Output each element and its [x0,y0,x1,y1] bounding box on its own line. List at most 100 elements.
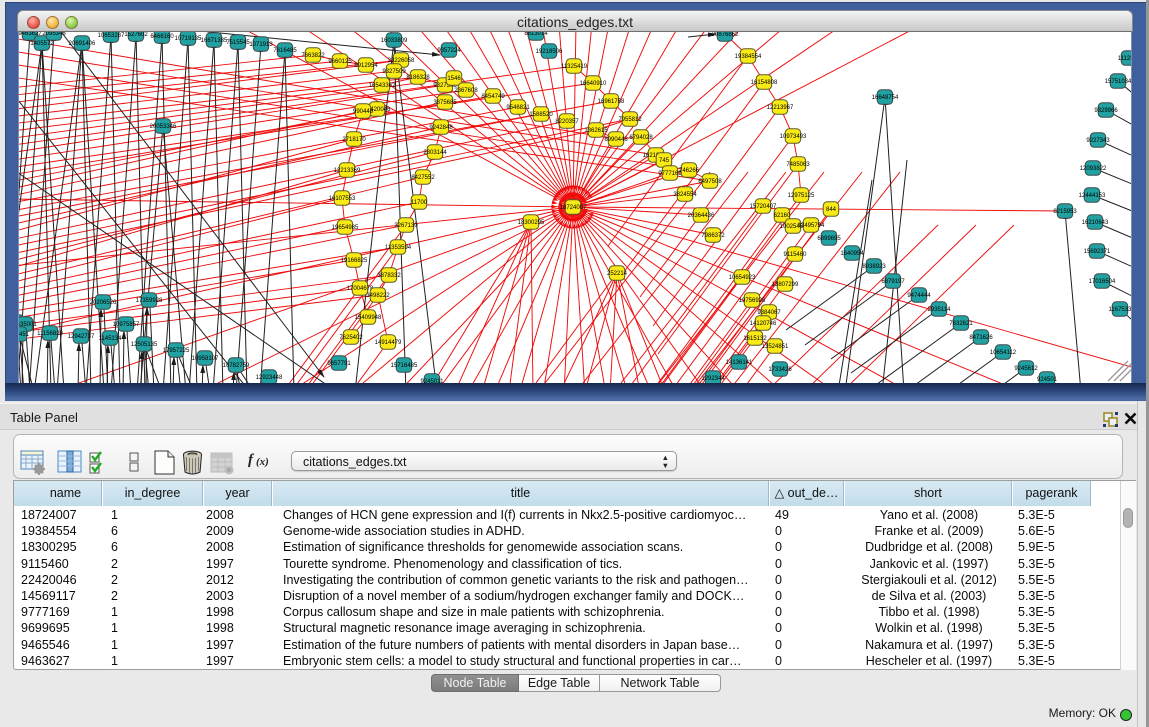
svg-text:20053346: 20053346 [150,124,177,130]
svg-text:1546: 1546 [447,76,461,82]
svg-text:7515545: 7515545 [226,40,250,46]
svg-text:8471626: 8471626 [969,335,993,341]
svg-text:990448: 990448 [353,109,374,115]
svg-text:15720407: 15720407 [750,204,777,210]
svg-text:14120746: 14120746 [750,321,777,327]
svg-text:1527602: 1527602 [124,32,148,38]
svg-text:6466160: 6466160 [150,34,174,40]
svg-text:10653287: 10653287 [98,33,125,39]
svg-text:12923448: 12923448 [256,375,283,381]
svg-text:12213369: 12213369 [334,168,361,174]
svg-text:16033809: 16033809 [381,38,408,44]
svg-text:9384067: 9384067 [757,310,781,316]
svg-text:6879197: 6879197 [881,279,905,285]
svg-text:14914479: 14914479 [375,340,402,346]
svg-text:8990448: 8990448 [604,137,628,143]
svg-text:8186328: 8186328 [406,75,430,81]
svg-text:18300295: 18300295 [518,220,545,226]
svg-text:12093822: 12093822 [1080,166,1107,172]
svg-text:2935114: 2935114 [928,307,952,313]
svg-text:16210643: 16210643 [1082,220,1109,226]
svg-text:745: 745 [659,158,670,164]
svg-text:8813014: 8813014 [524,32,548,37]
svg-text:20691406: 20691406 [69,41,96,47]
svg-text:16648754: 16648754 [872,95,899,101]
svg-text:10719135: 10719135 [175,36,202,42]
svg-text:6899695: 6899695 [817,236,841,242]
svg-text:8220357: 8220357 [555,119,579,125]
svg-text:8938923: 8938923 [862,264,886,270]
svg-text:11700: 11700 [411,200,428,206]
svg-text:19218506: 19218506 [536,49,563,55]
svg-text:17957225: 17957225 [163,348,190,354]
svg-text:1405572: 1405572 [30,41,54,47]
svg-text:10654923: 10654923 [729,275,756,281]
svg-text:252214: 252214 [607,271,628,277]
svg-text:7632621: 7632621 [949,321,973,327]
svg-text:3824554: 3824554 [673,192,697,198]
svg-text:10654112: 10654112 [990,350,1017,356]
svg-text:17016504: 17016504 [1089,279,1116,285]
svg-text:2718170: 2718170 [342,137,366,143]
svg-text:13524851: 13524851 [762,344,789,350]
svg-text:11353594: 11353594 [385,245,412,251]
svg-text:844: 844 [826,207,837,213]
svg-text:1145134: 1145134 [99,336,123,342]
svg-text:3875685: 3875685 [433,100,457,106]
svg-text:9357224: 9357224 [437,48,461,54]
svg-text:9657791: 9657791 [327,361,351,367]
svg-text:10973493: 10973493 [780,134,807,140]
svg-text:12213967: 12213967 [767,105,794,111]
svg-text:9546821: 9546821 [506,105,530,111]
svg-text:1733426: 1733426 [768,367,792,373]
svg-text:19756928: 19756928 [739,298,766,304]
svg-text:1362615: 1362615 [584,128,608,134]
svg-text:2803144: 2803144 [423,150,447,156]
svg-text:1167533: 1167533 [1109,307,1132,313]
svg-text:3267130: 3267130 [394,223,418,229]
svg-text:9660125: 9660125 [328,59,352,65]
svg-text:1615132: 1615132 [743,336,767,342]
svg-text:14136141: 14136141 [726,360,753,366]
svg-text:18724007: 18724007 [560,205,587,211]
svg-text:16154808: 16154808 [751,80,778,86]
svg-text:8912954: 8912954 [354,63,378,69]
svg-text:15716485: 15716485 [391,363,418,369]
svg-text:2367608: 2367608 [454,88,478,94]
svg-text:20206526: 20206526 [90,300,117,306]
svg-text:8427552: 8427552 [411,175,435,181]
svg-text:1588520: 1588520 [529,112,553,118]
svg-text:12505135: 12505135 [131,342,158,348]
svg-text:7485063: 7485063 [786,162,810,168]
svg-text:16107553: 16107553 [329,196,356,202]
svg-text:1640954: 1640954 [840,251,864,257]
svg-text:20364436: 20364436 [688,213,715,219]
svg-text:12975125: 12975125 [788,193,815,199]
svg-text:1292344: 1292344 [701,376,725,382]
svg-text:9242848: 9242848 [429,125,453,131]
svg-text:3878332: 3878332 [377,273,401,279]
svg-text:9245011: 9245011 [421,379,445,383]
svg-text:16671385: 16671385 [201,38,228,44]
svg-text:9227343: 9227343 [1086,138,1110,144]
svg-text:11325419: 11325419 [561,64,588,70]
svg-text:19166825: 19166825 [341,258,368,264]
svg-text:3498222: 3498222 [366,293,390,299]
svg-text:15409948: 15409948 [355,315,382,321]
svg-text:7625402: 7625402 [339,335,363,341]
svg-text:17359928: 17359928 [136,298,163,304]
svg-text:15692371: 15692371 [1084,249,1111,255]
svg-text:2095346: 2095346 [42,32,66,37]
svg-text:19654985: 19654985 [332,225,359,231]
svg-text:19384554: 19384554 [735,54,762,60]
svg-text:20876862: 20876862 [712,32,739,38]
svg-text:16961758: 16961758 [598,99,625,105]
svg-text:1071913: 1071913 [249,42,273,48]
svg-text:16640910: 16640910 [580,81,607,87]
svg-text:11156829: 11156829 [37,331,63,337]
svg-text:924501: 924501 [1037,377,1058,383]
svg-text:9245612: 9245612 [1014,366,1038,372]
svg-text:7663822: 7663822 [301,53,325,59]
svg-text:7986372: 7986372 [701,233,725,239]
svg-text:991451: 991451 [19,332,30,338]
